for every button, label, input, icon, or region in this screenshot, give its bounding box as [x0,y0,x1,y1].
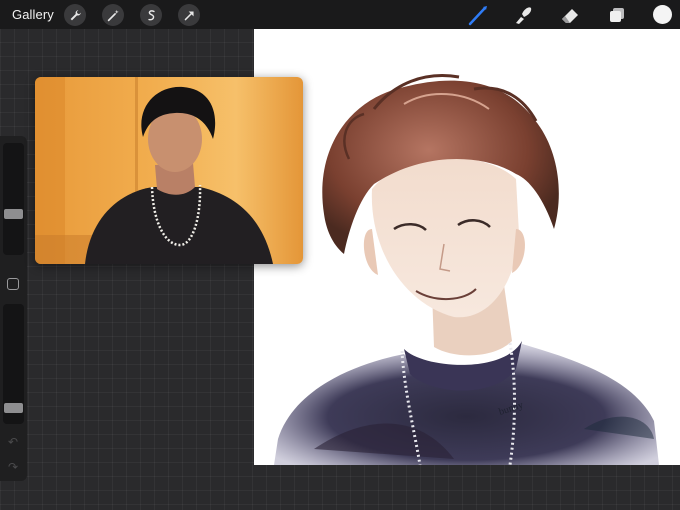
layers-button[interactable] [605,3,629,27]
gallery-button[interactable]: Gallery [12,7,54,22]
left-sidebar: ↶ ↷ [0,136,27,481]
opacity-handle[interactable] [4,403,23,413]
eraser-tool-button[interactable] [558,3,582,27]
smudge-tool-button[interactable] [511,3,535,27]
opacity-slider[interactable] [3,304,24,424]
smudge-icon [516,7,532,24]
selection-icon [147,9,155,20]
painted-portrait-illustration: bunny [274,74,659,465]
adjustments-wand-button[interactable] [102,4,124,26]
color-picker-button[interactable] [653,5,672,24]
selection-button[interactable] [140,4,162,26]
brush-icon [468,6,487,26]
top-toolbar: Gallery [0,0,680,29]
layers-icon [610,8,624,22]
reference-photo [35,77,303,264]
brush-size-slider[interactable] [3,143,24,255]
brush-tool-button[interactable] [466,3,490,27]
brush-size-handle[interactable] [4,209,23,219]
redo-icon[interactable]: ↷ [6,460,20,474]
drawing-canvas[interactable]: bunny [254,29,680,465]
wrench-icon [70,9,81,20]
transform-arrow-icon [184,10,194,20]
actions-wrench-button[interactable] [64,4,86,26]
modify-square-icon[interactable] [7,278,19,290]
reference-window[interactable] [35,77,303,264]
magic-wand-icon [107,9,119,21]
transform-button[interactable] [178,4,200,26]
eraser-icon [562,9,578,23]
undo-icon[interactable]: ↶ [6,435,20,449]
